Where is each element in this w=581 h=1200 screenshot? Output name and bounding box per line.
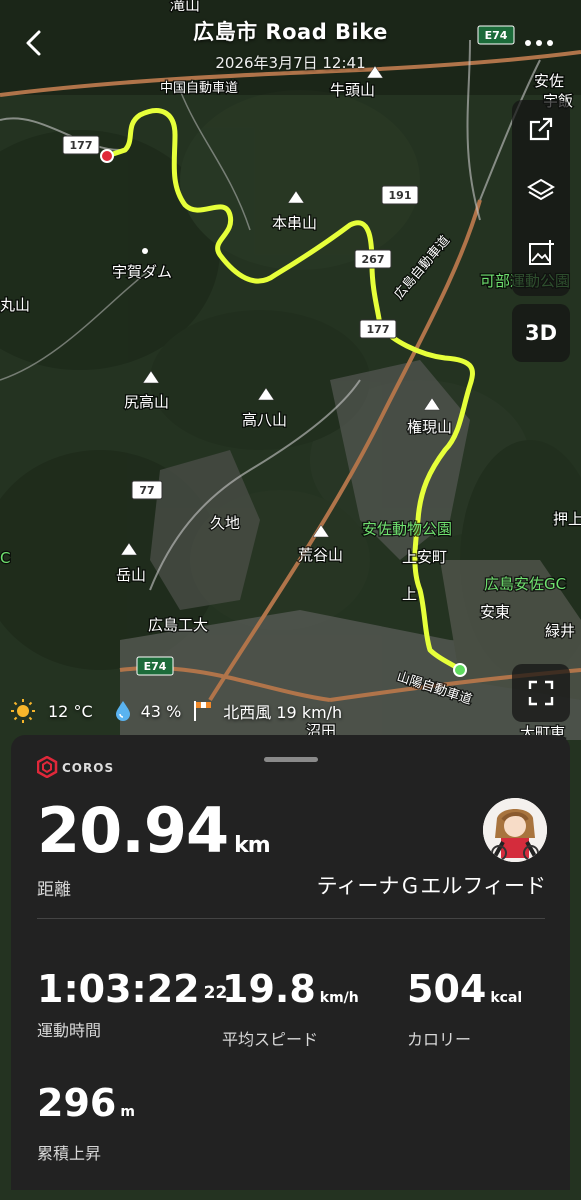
stat-unit: m	[120, 1104, 135, 1120]
map-label: 上	[402, 585, 417, 603]
more-button[interactable]	[520, 30, 560, 56]
humidity: 43 %	[140, 701, 182, 721]
route-shield: 191	[389, 189, 412, 202]
map-label: C	[0, 549, 10, 567]
add-photo-icon	[529, 240, 554, 265]
avatar[interactable]	[483, 798, 547, 862]
distance-number: 20.94	[37, 794, 229, 867]
stat-duration: 1:03:22 22 運動時間	[37, 967, 227, 1041]
stat-avg-speed: 19.8 km/h 平均スピード	[222, 967, 359, 1050]
layers-icon	[527, 178, 555, 201]
fullscreen-icon	[528, 680, 554, 706]
temperature: 12 °C	[48, 701, 93, 721]
map-label: 岳山	[116, 566, 146, 584]
map-label: 荒谷山	[298, 546, 343, 564]
stat-value: 1:03:22	[37, 967, 200, 1011]
route-shield: 177	[367, 323, 390, 336]
distance-value: 20.94 km	[37, 794, 271, 882]
weather-bar: 12 °C 43 % 北西風 19 km/h	[10, 697, 490, 725]
stat-unit: km/h	[319, 990, 359, 1006]
user-name: ティーナＧエルフィード	[316, 874, 546, 898]
humidity-icon	[115, 701, 130, 721]
fullscreen-button[interactable]	[512, 664, 570, 722]
3d-toggle-button[interactable]: 3D	[512, 304, 570, 362]
stat-value: 19.8	[222, 967, 316, 1011]
wind: 北西風 19 km/h	[223, 703, 343, 722]
map-label: 尻高山	[124, 393, 169, 411]
stat-label: 運動時間	[37, 1021, 102, 1040]
map-label: 久地	[210, 514, 240, 532]
route-shield: E74	[144, 660, 167, 673]
stat-elevation-gain: 296 m 累積上昇	[37, 1081, 135, 1164]
stat-calories: 504 kcal カロリー	[407, 967, 522, 1050]
share-icon	[529, 117, 553, 141]
stat-value: 296	[37, 1081, 117, 1125]
map-label: 押上	[553, 510, 581, 528]
map-label: 本串山	[272, 214, 317, 232]
coros-logo: COROS	[37, 756, 114, 778]
add-photo-button[interactable]	[512, 224, 570, 282]
map-label: 宇賀ダム	[112, 263, 172, 281]
divider	[37, 918, 545, 919]
activity-summary-panel[interactable]: COROS 20.94 km 距離 ティーナＧエルフィード 1:03:22 22 運…	[11, 735, 570, 1190]
wind-flag-icon	[194, 701, 212, 721]
sun-icon	[11, 699, 35, 723]
map-label: 広島安佐GC	[484, 575, 566, 593]
map-label: 丸山	[0, 296, 30, 314]
stat-label: カロリー	[407, 1030, 472, 1049]
stat-label: 累積上昇	[37, 1144, 102, 1163]
distance-label: 距離	[37, 880, 71, 900]
route-shield: 267	[362, 253, 385, 266]
brand-text: COROS	[62, 761, 114, 775]
share-button[interactable]	[512, 100, 570, 158]
stat-label: 平均スピード	[222, 1030, 319, 1049]
layers-button[interactable]	[512, 162, 570, 220]
map-label: 安東	[480, 603, 510, 621]
map-label: 高八山	[242, 411, 287, 429]
drag-handle[interactable]	[264, 757, 318, 762]
route-shield: 77	[139, 484, 154, 497]
map-label: 安佐動物公園	[362, 520, 452, 538]
activity-datetime: 2026年3月7日 12:41	[215, 54, 366, 72]
distance-unit: km	[234, 833, 271, 858]
route-shield: 177	[70, 139, 93, 152]
page-title: 広島市 Road Bike	[193, 20, 388, 44]
map-tools	[512, 100, 570, 296]
map-label: 緑井	[545, 622, 575, 640]
stat-value: 504	[407, 967, 487, 1011]
top-bar: 広島市 Road Bike 2026年3月7日 12:41	[0, 0, 581, 90]
map-label: 広島工大	[148, 616, 208, 634]
map-label: 上安町	[402, 548, 447, 566]
more-icon	[525, 40, 553, 46]
stat-unit: kcal	[490, 990, 523, 1006]
avatar-image	[483, 798, 547, 862]
map-label: 権現山	[407, 418, 452, 436]
